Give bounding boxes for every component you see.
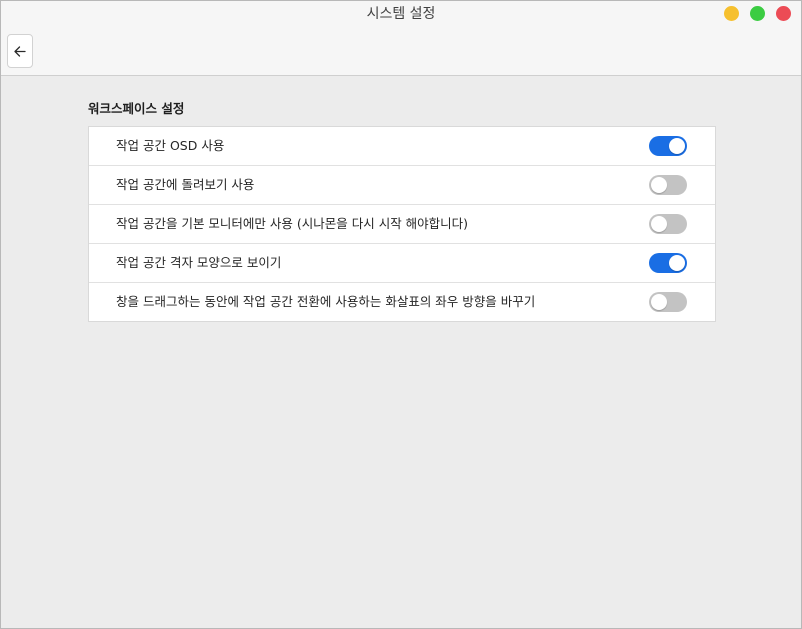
settings-window: 시스템 설정 워크스페이스 설정 작업 공간 OSD 사용 작업 공간에 돌려보… <box>0 0 802 629</box>
setting-row-primary-monitor-only: 작업 공간을 기본 모니터에만 사용 (시나몬을 다시 시작 해야합니다) <box>89 205 715 244</box>
invert-arrows-toggle[interactable] <box>649 292 687 312</box>
grid-layout-toggle[interactable] <box>649 253 687 273</box>
settings-list: 작업 공간 OSD 사용 작업 공간에 돌려보기 사용 작업 공간을 기본 모니… <box>88 126 716 322</box>
toggle-knob <box>651 294 667 310</box>
minimize-button[interactable] <box>724 6 739 21</box>
setting-label: 작업 공간 격자 모양으로 보이기 <box>116 255 282 270</box>
header-bar <box>1 29 801 76</box>
workspace-osd-toggle[interactable] <box>649 136 687 156</box>
toggle-knob <box>669 138 685 154</box>
setting-row-workspace-wrap: 작업 공간에 돌려보기 사용 <box>89 166 715 205</box>
back-button[interactable] <box>7 34 33 68</box>
titlebar[interactable]: 시스템 설정 <box>1 1 801 29</box>
toggle-knob <box>651 216 667 232</box>
toggle-knob <box>669 255 685 271</box>
setting-label: 작업 공간을 기본 모니터에만 사용 (시나몬을 다시 시작 해야합니다) <box>116 216 469 231</box>
settings-content: 워크스페이스 설정 작업 공간 OSD 사용 작업 공간에 돌려보기 사용 작업… <box>1 76 801 628</box>
section-title: 워크스페이스 설정 <box>88 101 185 116</box>
toggle-knob <box>651 177 667 193</box>
setting-row-grid-layout: 작업 공간 격자 모양으로 보이기 <box>89 244 715 283</box>
maximize-button[interactable] <box>750 6 765 21</box>
setting-label: 창을 드래그하는 동안에 작업 공간 전환에 사용하는 화살표의 좌우 방향을 … <box>116 294 536 309</box>
workspace-wrap-toggle[interactable] <box>649 175 687 195</box>
setting-label: 작업 공간 OSD 사용 <box>116 138 225 153</box>
setting-label: 작업 공간에 돌려보기 사용 <box>116 177 255 192</box>
arrow-left-icon <box>14 46 26 57</box>
setting-row-invert-arrows: 창을 드래그하는 동안에 작업 공간 전환에 사용하는 화살표의 좌우 방향을 … <box>89 283 715 321</box>
close-button[interactable] <box>776 6 791 21</box>
window-title: 시스템 설정 <box>366 6 436 22</box>
setting-row-workspace-osd: 작업 공간 OSD 사용 <box>89 127 715 166</box>
primary-monitor-only-toggle[interactable] <box>649 214 687 234</box>
